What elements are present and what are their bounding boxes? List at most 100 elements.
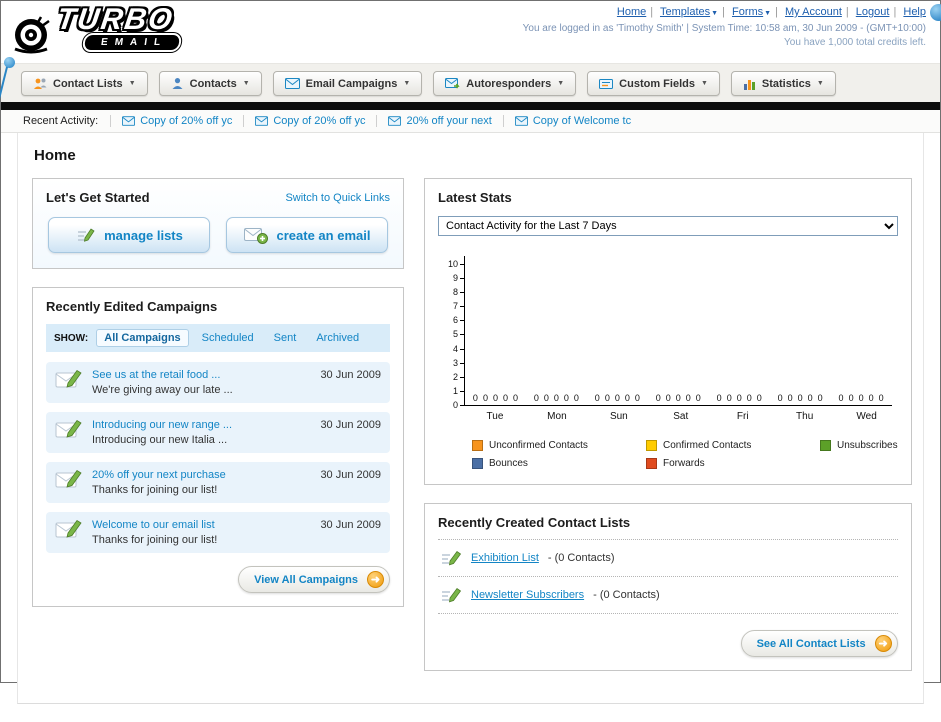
dropdown-arrow-icon: ▼ xyxy=(764,10,772,17)
bar-value-label: 0 xyxy=(878,393,884,403)
filter-tab-scheduled[interactable]: Scheduled xyxy=(195,330,261,346)
recent-activity-item[interactable]: Copy of Welcome tc xyxy=(502,115,642,127)
recent-activity-item[interactable]: Copy of 20% off yc xyxy=(243,115,376,127)
main-nav: Contact Lists ▼ Contacts ▼ Email Campaig… xyxy=(1,63,940,102)
contact-list-item[interactable]: Exhibition List - (0 Contacts) xyxy=(438,540,898,577)
nav-tab-label: Email Campaigns xyxy=(305,77,398,90)
link-separator: | xyxy=(845,6,849,18)
bar-group: 00000 xyxy=(473,394,518,405)
turbo-email-logo[interactable]: TURBO EMAIL xyxy=(9,3,183,55)
bar-value-label: 0 xyxy=(655,393,661,403)
filter-tab-archived[interactable]: Archived xyxy=(309,330,366,346)
chevron-down-icon: ▼ xyxy=(242,80,250,87)
campaign-date: 30 Jun 2009 xyxy=(320,519,381,531)
campaign-subtitle: Thanks for joining our list! xyxy=(92,484,218,496)
link-separator: | xyxy=(650,6,654,18)
nav-tab-contact-lists[interactable]: Contact Lists ▼ xyxy=(21,71,148,96)
campaign-title-link[interactable]: Welcome to our email list xyxy=(92,519,311,531)
campaign-title-link[interactable]: Introducing our new range ... xyxy=(92,419,311,431)
top-link-templates[interactable]: Templates xyxy=(660,6,710,18)
bar-group: 00000 xyxy=(656,394,701,405)
see-all-contact-lists-button[interactable]: See All Contact Lists ➜ xyxy=(740,630,898,657)
recent-activity-text: Copy of 20% off yc xyxy=(140,115,233,127)
nav-tab-label: Custom Fields xyxy=(619,77,695,90)
nav-tab-autoresponders[interactable]: Autoresponders ▼ xyxy=(433,71,577,96)
campaign-list-item[interactable]: Introducing our new range ... Introducin… xyxy=(46,412,390,453)
top-link-home[interactable]: Home xyxy=(617,6,646,18)
recent-activity-text: Copy of 20% off yc xyxy=(273,115,366,127)
snail-logo-icon xyxy=(14,16,50,54)
manage-lists-button[interactable]: manage lists xyxy=(48,217,210,253)
bar-value-label: 0 xyxy=(695,393,701,403)
bar-group: 00000 xyxy=(778,394,823,405)
recently-edited-campaigns-panel: Recently Edited Campaigns SHOW: All Camp… xyxy=(32,287,404,607)
x-axis-label: Thu xyxy=(796,411,814,422)
campaign-title-link[interactable]: See us at the retail food ... xyxy=(92,369,311,381)
contact-activity-chart: 10 9 8 7 6 5 4 3 2 1 0 000000000000000000000000000… xyxy=(442,256,892,409)
y-tick-label: 0 xyxy=(453,400,464,410)
contact-list-count: - (0 Contacts) xyxy=(593,589,660,601)
page-title: Home xyxy=(34,147,76,164)
campaign-list-item[interactable]: See us at the retail food ... We're givi… xyxy=(46,362,390,403)
chart-plot: 00000000000000000000000000000000000 xyxy=(464,256,892,406)
recent-activity-text: Copy of Welcome tc xyxy=(532,115,632,127)
stats-range-select[interactable]: Contact Activity for the Last 7 Days xyxy=(438,216,898,236)
nav-tab-email-campaigns[interactable]: Email Campaigns ▼ xyxy=(272,71,423,96)
bar-value-label: 0 xyxy=(807,393,813,403)
logo-title: TURBO xyxy=(54,3,177,36)
legend-swatch xyxy=(646,440,657,451)
campaigns-filter-row: SHOW: All Campaigns Scheduled Sent Archi… xyxy=(46,324,390,352)
recent-activity-item[interactable]: 20% off your next xyxy=(376,115,502,127)
bar-value-label: 0 xyxy=(604,393,610,403)
y-tick-label: 9 xyxy=(453,274,464,283)
view-all-campaigns-button[interactable]: View All Campaigns ➜ xyxy=(238,566,390,593)
campaign-title-link[interactable]: 20% off your next purchase xyxy=(92,469,311,481)
autoresponders-icon xyxy=(445,77,460,88)
filter-tab-sent[interactable]: Sent xyxy=(267,330,304,346)
campaign-edit-icon xyxy=(55,519,82,538)
view-all-campaigns-label: View All Campaigns xyxy=(254,573,358,586)
filter-tab-all-campaigns[interactable]: All Campaigns xyxy=(96,329,189,347)
bar-value-label: 0 xyxy=(573,393,579,403)
top-link-logout[interactable]: Logout xyxy=(856,6,890,18)
y-tick-label: 7 xyxy=(453,302,464,311)
envelope-icon xyxy=(122,116,136,126)
campaign-list-item[interactable]: 20% off your next purchase Thanks for jo… xyxy=(46,462,390,503)
contact-list-name-link[interactable]: Newsletter Subscribers xyxy=(471,589,584,601)
top-link-my-account[interactable]: My Account xyxy=(785,6,842,18)
right-column: Latest Stats Contact Activity for the La… xyxy=(424,178,912,689)
statistics-icon xyxy=(743,79,755,90)
contact-list-item[interactable]: Newsletter Subscribers - (0 Contacts) xyxy=(438,577,898,614)
nav-tab-contacts[interactable]: Contacts ▼ xyxy=(158,71,262,96)
bar-group: 00000 xyxy=(717,394,762,405)
campaigns-panel-title: Recently Edited Campaigns xyxy=(46,299,218,314)
arrow-right-icon: ➜ xyxy=(367,571,384,588)
credits-info: You have 1,000 total credits left. xyxy=(784,37,926,48)
bar-value-label: 0 xyxy=(716,393,722,403)
nav-tab-label: Statistics xyxy=(761,77,811,90)
bar-value-label: 0 xyxy=(777,393,783,403)
contact-lists-icon xyxy=(34,78,47,89)
switch-to-quick-links-link[interactable]: Switch to Quick Links xyxy=(285,192,390,204)
nav-tab-label: Contact Lists xyxy=(53,77,123,90)
chart-x-labels: Tue Mon Sun Sat Fri Thu Wed xyxy=(464,406,898,422)
campaign-subtitle: We're giving away our late ... xyxy=(92,384,233,396)
x-axis-label: Sat xyxy=(673,411,689,422)
x-axis-label: Sun xyxy=(609,411,628,422)
top-header: TURBO EMAIL Home | Templates▼ | Forms▼ | My… xyxy=(1,1,941,63)
nav-tab-custom-fields[interactable]: Custom Fields ▼ xyxy=(587,71,720,96)
top-link-forms[interactable]: Forms xyxy=(732,6,763,18)
x-axis-label: Mon xyxy=(547,411,567,422)
get-started-panel: Let's Get Started Switch to Quick Links … xyxy=(32,178,404,269)
top-link-help[interactable]: Help xyxy=(903,6,926,18)
campaign-list-item[interactable]: Welcome to our email list Thanks for joi… xyxy=(46,512,390,553)
contact-list-name-link[interactable]: Exhibition List xyxy=(471,552,539,564)
chart-legend: Unconfirmed Contacts Confirmed Contacts Un… xyxy=(472,440,898,469)
y-tick-label: 8 xyxy=(453,288,464,297)
nav-tab-statistics[interactable]: Statistics ▼ xyxy=(730,71,836,96)
campaign-date: 30 Jun 2009 xyxy=(320,419,381,431)
decorative-blue-orb xyxy=(930,4,941,21)
bar-value-label: 0 xyxy=(563,393,569,403)
recent-activity-item[interactable]: Copy of 20% off yc xyxy=(110,115,243,127)
create-an-email-button[interactable]: create an email xyxy=(226,217,388,253)
